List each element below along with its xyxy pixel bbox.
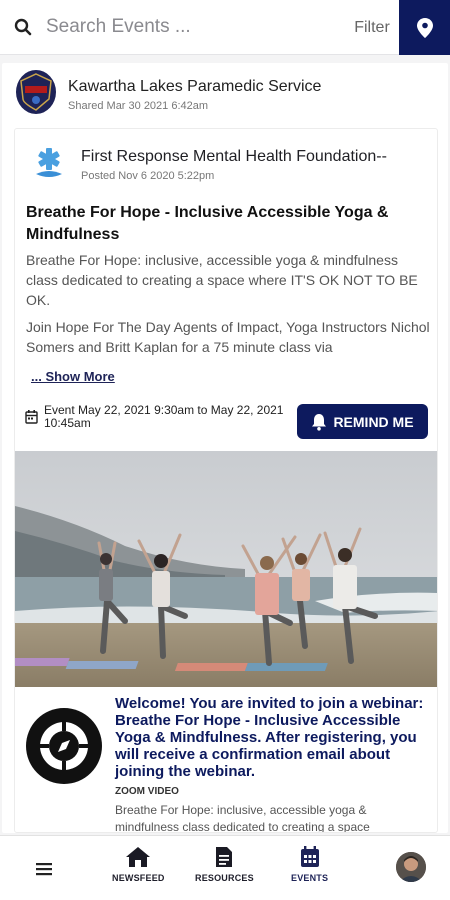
event-photo[interactable] xyxy=(15,451,437,687)
webinar-title: Welcome! You are invited to join a webin… xyxy=(115,695,424,780)
event-description-continued: Join Hope For The Day Agents of Impact, … xyxy=(26,319,430,355)
nav-resources-label: RESOURCES xyxy=(195,873,254,883)
bottom-nav: NEWSFEED RESOURCES EVENTS xyxy=(0,835,450,900)
show-more-link[interactable]: ... Show More xyxy=(31,369,115,384)
document-icon xyxy=(216,847,233,867)
remind-me-button[interactable]: REMIND ME xyxy=(297,404,428,439)
location-button[interactable] xyxy=(399,0,450,55)
nav-newsfeed[interactable]: NEWSFEED xyxy=(112,846,165,883)
nav-events[interactable]: EVENTS xyxy=(291,846,328,883)
home-icon xyxy=(126,847,151,867)
remind-me-label: REMIND ME xyxy=(333,413,414,430)
filter-button[interactable]: Filter xyxy=(345,0,399,55)
paramedic-badge-icon xyxy=(16,70,56,114)
hope-for-the-day-logo xyxy=(25,707,103,785)
feed-card: Kawartha Lakes Paramedic Service Shared … xyxy=(2,63,448,833)
sharer-name[interactable]: Kawartha Lakes Paramedic Service xyxy=(68,78,321,96)
top-bar: Filter xyxy=(0,0,450,55)
star-of-life-icon xyxy=(29,143,69,183)
event-description: Breathe For Hope: inclusive, accessible … xyxy=(26,252,418,308)
org-name[interactable]: First Response Mental Health Foundation-… xyxy=(81,148,387,166)
event-title: Breathe For Hope - Inclusive Accessible … xyxy=(26,204,389,243)
event-time: Event May 22, 2021 9:30am to May 22, 202… xyxy=(44,403,284,430)
map-pin-icon xyxy=(416,17,433,38)
event-time-row: Event May 22, 2021 9:30am to May 22, 202… xyxy=(25,404,284,430)
bell-icon xyxy=(312,413,327,431)
menu-icon[interactable] xyxy=(36,862,52,881)
calendar-icon xyxy=(25,410,38,424)
nav-resources[interactable]: RESOURCES xyxy=(195,846,254,883)
zoom-video-label: ZOOM VIDEO xyxy=(115,786,179,797)
nav-newsfeed-label: NEWSFEED xyxy=(112,873,165,883)
shared-post: First Response Mental Health Foundation-… xyxy=(14,128,438,833)
nav-events-label: EVENTS xyxy=(291,873,329,883)
org-header[interactable]: First Response Mental Health Foundation-… xyxy=(29,143,387,183)
search-input[interactable] xyxy=(46,16,326,38)
search-icon[interactable] xyxy=(0,0,46,55)
webinar-description: Breathe For Hope: inclusive, accessible … xyxy=(115,803,370,833)
posted-date: Posted Nov 6 2020 5:22pm xyxy=(81,170,215,182)
profile-avatar[interactable] xyxy=(396,852,426,882)
shared-date: Shared Mar 30 2021 6:42am xyxy=(68,100,209,112)
sharer-header[interactable]: Kawartha Lakes Paramedic Service Shared … xyxy=(16,70,321,114)
calendar-grid-icon xyxy=(300,846,319,867)
